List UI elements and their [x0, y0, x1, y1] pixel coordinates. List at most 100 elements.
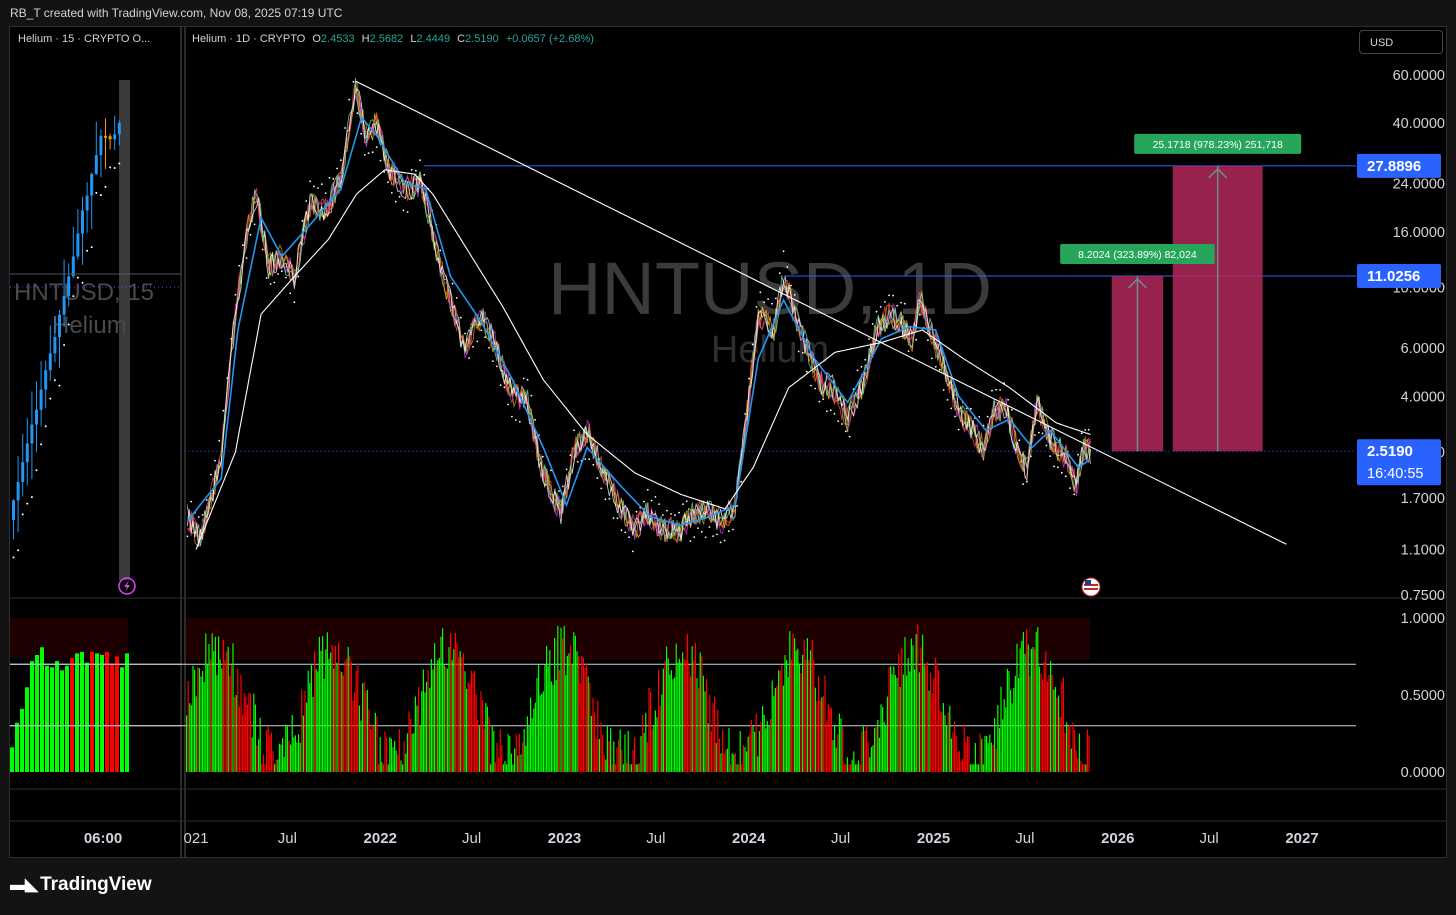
time-tick-label: 2027 — [1285, 830, 1318, 847]
osc-bar — [462, 653, 464, 772]
osc-bar — [230, 664, 232, 772]
osc-bar — [872, 745, 874, 772]
osc-bar — [186, 715, 188, 772]
sar-dot — [558, 490, 560, 492]
tradingview-brand[interactable]: ▬◣ TradingView — [10, 874, 152, 896]
osc-bar — [187, 681, 189, 772]
us-flag-icon[interactable] — [1081, 577, 1101, 597]
left-pane-legend[interactable]: Helium · 15 · CRYPTO O... — [18, 33, 150, 45]
osc-bar — [310, 663, 312, 772]
left-osc-bar — [65, 665, 69, 772]
time-axis[interactable]: 021 Jul 2022 Jul 2023 Jul 2024 Jul 2025 Jul 2026 Ju… — [183, 830, 1318, 847]
sar-dot — [697, 527, 699, 529]
sar-dot — [643, 500, 645, 503]
osc-bar — [654, 710, 656, 772]
price-label-2: 2.5190 — [1367, 443, 1413, 460]
osc-bar — [910, 638, 912, 772]
left-osc-bar — [20, 708, 24, 772]
osc-bar — [272, 751, 274, 772]
price-axis[interactable]: 60.000040.000024.000016.000010.00006.000… — [1357, 68, 1445, 781]
left-watermark-symbol: HNTUSD, 15 — [14, 279, 154, 306]
osc-bar — [213, 651, 215, 772]
osc-bar — [954, 721, 956, 772]
osc-bar — [427, 670, 429, 772]
osc-bar — [243, 693, 245, 772]
sar-dot — [1064, 475, 1067, 478]
osc-bar — [568, 653, 570, 772]
sar-dot — [371, 151, 374, 154]
sar-dot — [704, 536, 707, 539]
osc-bar — [850, 764, 852, 772]
sar-dot — [522, 377, 525, 380]
currency-button[interactable]: USD — [1359, 30, 1443, 54]
sar-dot — [511, 415, 513, 418]
sar-dot — [222, 409, 225, 412]
sar-dot — [464, 332, 466, 335]
osc-bar — [808, 659, 810, 772]
osc-bar — [978, 764, 980, 772]
osc-bar — [779, 670, 781, 772]
osc-bar — [1088, 735, 1090, 772]
osc-bar — [546, 645, 548, 772]
osc-bar — [787, 677, 789, 772]
sar-dot — [1087, 428, 1090, 431]
osc-bar — [584, 667, 586, 772]
left-candle-body — [104, 135, 107, 138]
left-osc-bar — [115, 656, 119, 772]
osc-bar — [886, 696, 888, 772]
sar-dot — [218, 439, 221, 442]
lightning-alert-icon[interactable] — [118, 577, 136, 595]
sar-dot — [352, 80, 355, 83]
osc-bar — [733, 754, 735, 772]
sar-dot — [938, 368, 941, 371]
left-sar-dot — [95, 191, 98, 194]
sar-dot — [658, 503, 660, 505]
osc-bar — [560, 627, 562, 772]
sar-dot — [332, 178, 335, 180]
osc-bar — [635, 764, 637, 772]
osc-bar — [994, 718, 996, 772]
osc-bar — [419, 725, 421, 772]
sar-dot — [214, 459, 216, 462]
sar-dot — [888, 294, 890, 297]
osc-bar — [347, 646, 349, 772]
sar-dot — [190, 500, 193, 503]
left-sar-dot — [58, 384, 61, 387]
osc-bar — [264, 764, 266, 772]
sar-dot — [763, 301, 766, 304]
chart-canvas[interactable]: HNTUSD, 1D Helium HNTUSD, 15 Helium 60.0… — [0, 0, 1456, 915]
sar-dot — [476, 340, 479, 343]
osc-bar — [763, 714, 765, 772]
main-pane-legend[interactable]: Helium · 1D · CRYPTO O2.4533 H2.5682 L2.… — [192, 33, 594, 45]
left-sar-dot — [76, 276, 79, 279]
left-osc-top-zone — [10, 618, 128, 658]
osc-bar — [346, 658, 348, 772]
osc-bar — [800, 673, 802, 772]
osc-bar — [336, 662, 338, 772]
osc-bar — [898, 654, 900, 772]
osc-bar — [456, 643, 458, 772]
left-osc-bar — [45, 665, 49, 772]
osc-bar — [410, 718, 412, 772]
osc-bar — [914, 669, 916, 772]
osc-bar — [754, 731, 756, 772]
osc-bar — [1022, 632, 1024, 772]
sar-dot — [600, 487, 603, 490]
osc-bar — [446, 668, 448, 772]
osc-bar — [907, 658, 909, 772]
legend-change: +0.0657 (+2.68%) — [505, 33, 594, 45]
sar-dot — [269, 283, 272, 285]
osc-bar — [821, 697, 823, 772]
osc-bar — [422, 669, 424, 772]
left-sar-dot — [109, 166, 112, 169]
legend-close: 2.5190 — [465, 33, 499, 45]
osc-bar — [208, 644, 210, 772]
osc-bar — [917, 624, 919, 772]
osc-bar — [227, 646, 229, 772]
osc-bar — [330, 652, 332, 772]
osc-bar — [968, 736, 970, 772]
osc-bar — [403, 741, 405, 772]
osc-bar — [789, 631, 791, 772]
osc-bar — [920, 647, 922, 772]
sar-dot — [439, 249, 442, 252]
